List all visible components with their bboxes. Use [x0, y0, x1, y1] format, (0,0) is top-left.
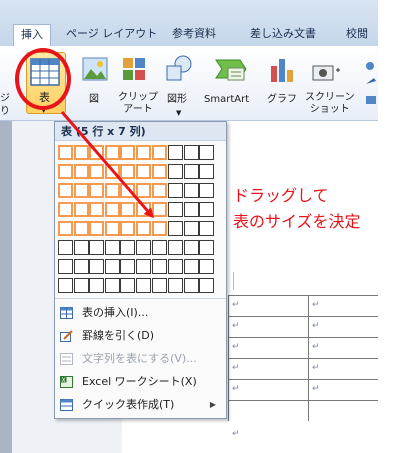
annotation-line-1: ドラッグして	[233, 186, 329, 205]
annotation-line-2: 表のサイズを決定	[233, 212, 361, 231]
